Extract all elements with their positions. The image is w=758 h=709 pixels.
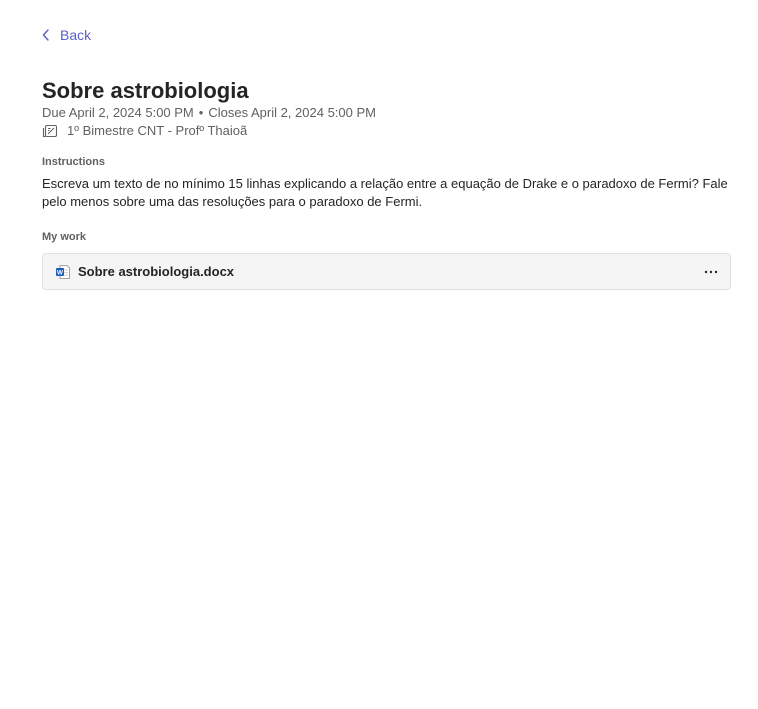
close-date: Closes April 2, 2024 5:00 PM: [208, 105, 376, 120]
file-attachment[interactable]: W Sobre astrobiologia.docx: [42, 253, 731, 290]
class-notebook-icon: [42, 124, 58, 138]
assignment-title: Sobre astrobiologia: [42, 78, 249, 103]
more-options-icon[interactable]: [698, 259, 724, 285]
back-label: Back: [60, 27, 92, 43]
word-doc-icon: W: [55, 264, 71, 280]
file-name: Sobre astrobiologia.docx: [78, 264, 235, 279]
svg-text:W: W: [57, 269, 64, 276]
back-button[interactable]: Back: [42, 27, 91, 43]
instructions-text: Escreva um texto de no mínimo 15 linhas …: [42, 176, 728, 209]
date-separator: •: [198, 105, 204, 120]
class-name: 1º Bimestre CNT - Profº Thaioã: [67, 123, 248, 138]
instructions-heading: Instructions: [42, 156, 105, 168]
due-date: Due April 2, 2024 5:00 PM: [42, 105, 194, 120]
my-work-heading: My work: [42, 231, 87, 243]
assignment-page: Back Sobre astrobiologia Due April 2, 20…: [0, 0, 758, 709]
due-dates: Due April 2, 2024 5:00 PM • Closes April 2…: [42, 104, 376, 121]
chevron-left-icon: [42, 29, 50, 41]
class-info: 1º Bimestre CNT - Profº Thaioã: [42, 122, 247, 139]
